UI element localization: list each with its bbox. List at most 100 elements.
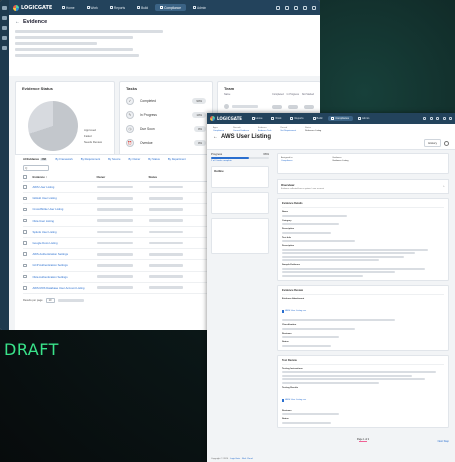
overview-header[interactable]: Overview Evidence collected from a syste… [277,179,449,194]
nav-work-icon [86,6,90,9]
col-evidence[interactable]: Evidence ↕ [33,175,97,179]
rail-icon-5[interactable] [2,46,7,50]
user-avatar-icon[interactable] [449,117,452,120]
notifications-icon[interactable] [429,117,433,120]
nav-compliance[interactable]: Compliance [327,116,353,121]
col-status[interactable]: Status [149,175,158,179]
row-checkbox[interactable] [23,230,27,234]
nav-compliance[interactable]: Compliance [155,4,187,11]
evidence-link[interactable]: Okta Authentication Settings [33,275,97,279]
evidence-link[interactable]: AWS User Listing [33,185,97,189]
breadcrumb-item[interactable]: Apps Compliance [213,127,224,132]
breadcrumb-item[interactable]: Evidence Evidence Task [258,127,271,132]
assigned-to-value[interactable]: Compliance [281,160,293,162]
rail-icon-3[interactable] [2,26,7,30]
evidence-link[interactable]: GCP Authentication Settings [33,263,97,267]
logo[interactable]: LOGICGATE [210,116,248,121]
search-input[interactable]: Q [23,165,49,171]
evidence-link[interactable]: CrowdStrike User Listing [33,207,97,211]
team-col-completed: Completed [272,93,284,96]
nav-home[interactable]: Home [248,116,266,121]
tab-by-source[interactable]: By Source [108,158,120,161]
breadcrumb-item[interactable]: Record Set Requirement [280,127,296,132]
header-placeholder-line [15,36,133,39]
nav-reports[interactable]: Reports [105,4,130,11]
tab-by-owner[interactable]: By Owner [128,158,140,161]
task-row[interactable]: ✓ Completed 90% [126,97,206,105]
help-icon[interactable] [294,5,298,10]
back-arrow-icon[interactable]: ← [213,134,218,140]
logo[interactable]: LOGICGATE [13,4,57,11]
team-row[interactable] [224,104,314,109]
evidence-link[interactable]: GitHub User Listing [33,196,97,200]
row-checkbox[interactable] [23,207,27,212]
breadcrumb-value[interactable]: Current Evidence [233,130,249,133]
row-checkbox[interactable] [23,263,27,268]
tab-by-framework[interactable]: By Framework [55,158,72,161]
status-placeholder [148,196,183,200]
nav-admin[interactable]: Admin [355,116,373,121]
task-row[interactable]: ✎ In Progress 10% [126,111,206,119]
back-arrow-icon[interactable]: ← [15,19,20,25]
notifications-icon[interactable] [285,5,289,10]
chevron-up-icon[interactable]: ⌃ [442,185,445,189]
rail-icon-4[interactable] [2,36,7,40]
bookmark-icon[interactable] [423,117,426,120]
task-row[interactable]: ⏰ Overdue 0% [126,139,206,147]
progress-subtext[interactable]: 2 of 3 tasks complete [211,160,269,162]
next-step-button[interactable]: Next Step [438,440,449,443]
row-checkbox[interactable] [23,196,27,201]
breadcrumb-item[interactable]: Records Current Evidence [233,127,249,132]
tab-label: By Framework [55,158,73,161]
evidence-link[interactable]: Splunk User Listing [33,230,97,234]
assigned-to-label: Assigned to [281,157,293,159]
field-placeholder [282,381,380,384]
nav-build[interactable]: Build [309,116,326,121]
history-button[interactable]: History [424,139,441,147]
nav-work[interactable]: Work [82,4,103,11]
tab-all-evidence[interactable]: All Evidence 288 [23,158,48,161]
evidence-link[interactable]: AWS Authentication Settings [33,252,97,256]
rail-icon-1[interactable] [2,6,7,10]
breadcrumb-value[interactable]: Compliance [213,130,224,133]
nav-work[interactable]: Work [268,116,285,121]
evidence-link[interactable]: AWS RDS Database User Account Listing [33,286,97,290]
nav-home[interactable]: Home [57,4,80,11]
breadcrumb-item[interactable]: Status Reference Listing [305,127,321,132]
tab-by-status[interactable]: By Status [148,158,160,161]
bookmark-icon[interactable] [276,5,280,10]
nav-admin[interactable]: Admin [188,4,211,11]
logicgate-link[interactable]: LogicGate [230,458,240,460]
testing-results-link[interactable]: AWS User Listing.csv [282,398,306,402]
rail-icon-2[interactable] [2,16,7,20]
results-per-page-select[interactable]: 10 [45,297,55,303]
gear-icon[interactable] [444,140,449,146]
row-checkbox[interactable] [23,241,27,245]
nav-home-icon [62,6,65,9]
breadcrumb-value[interactable]: Evidence Task [258,130,271,133]
field-placeholder [282,231,331,234]
col-owner[interactable]: Owner [97,175,149,179]
apps-icon[interactable] [442,117,446,120]
tab-by-department[interactable]: By Department [168,158,186,161]
breadcrumb-value[interactable]: Set Requirement [280,130,296,133]
nav-build[interactable]: Build [132,4,153,11]
tab-by-requirement[interactable]: By Requirement [81,158,100,161]
help-icon[interactable] [436,117,439,120]
evidence-link[interactable]: Okta User Listing [33,219,97,223]
row-checkbox[interactable] [23,185,27,189]
nav-reports[interactable]: Reports [287,116,307,121]
evidence-link[interactable]: Google Docs Listing [33,241,97,245]
task-row[interactable]: ◷ Due Soon 0% [126,125,206,133]
row-checkbox[interactable] [23,286,27,290]
row-checkbox[interactable] [23,274,27,279]
row-checkbox[interactable] [23,218,27,223]
apps-icon[interactable] [303,5,307,10]
row-checkbox[interactable] [23,252,27,256]
alarm-icon: ⏰ [126,139,134,147]
attachment-link[interactable]: AWS User Listing.csv [282,309,306,313]
select-all-checkbox[interactable] [23,175,27,179]
user-avatar-icon[interactable] [312,5,316,10]
risk-cloud-link[interactable]: Risk Cloud [242,458,253,460]
file-icon [282,309,285,313]
